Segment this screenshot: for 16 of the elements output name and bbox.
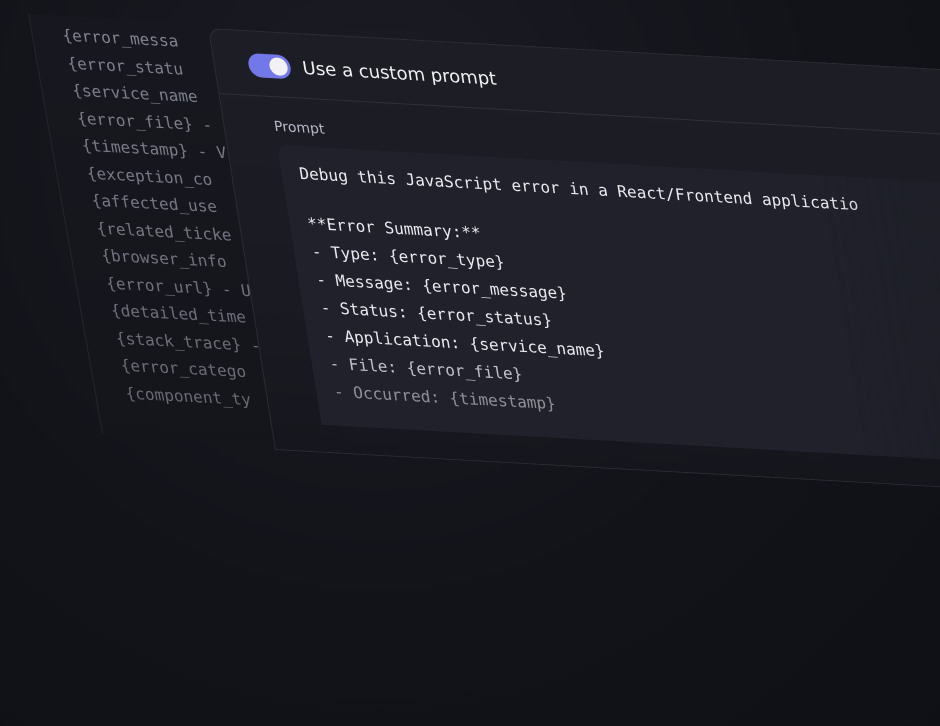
code-line: {service_name bbox=[70, 80, 200, 108]
code-line: {browser_info bbox=[98, 244, 229, 274]
code-line: {timestamp} - V bbox=[79, 134, 229, 164]
code-line: {related_ticke bbox=[94, 217, 234, 246]
code-line: {stack_trace} - bbox=[113, 327, 263, 357]
toggle-label: Use a custom prompt bbox=[300, 57, 498, 90]
code-line: {error_url} - U bbox=[104, 272, 254, 302]
code-line: {affected_use bbox=[89, 190, 220, 218]
field-label: Prompt bbox=[272, 118, 327, 140]
code-line: {detailed_time bbox=[108, 300, 248, 329]
code-line: {error_catego bbox=[118, 354, 248, 384]
code-line: {error_file} - bbox=[74, 107, 214, 136]
code-line: {error_messa bbox=[60, 24, 180, 53]
code-line: {component_ty bbox=[123, 382, 254, 411]
code-line: {error_statu bbox=[64, 52, 186, 80]
code-line: {exception_co bbox=[84, 162, 214, 191]
